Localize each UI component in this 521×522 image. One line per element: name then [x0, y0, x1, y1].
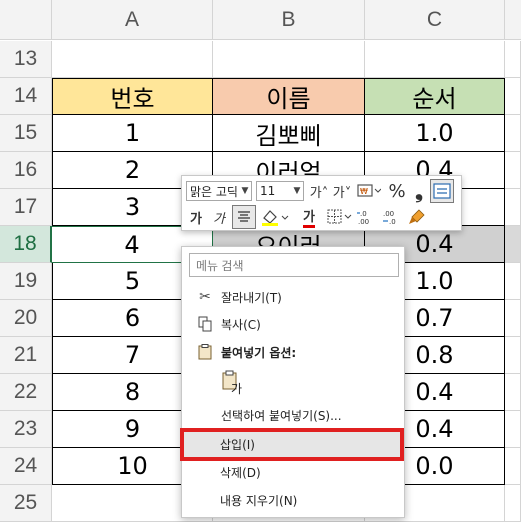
percent-style-button[interactable]: % [386, 180, 408, 202]
comma-style-button[interactable]: ❟ [411, 179, 427, 203]
cell[interactable]: 1 [52, 115, 213, 152]
menu-item-label: 잘라내기(T) [221, 290, 282, 305]
cell[interactable] [505, 411, 521, 448]
cell[interactable] [505, 152, 521, 189]
menu-item-paste-options: 붙여넣기 옵션: [182, 338, 404, 366]
table-row: 1 김뽀삐 1.0 [52, 115, 521, 152]
cell[interactable] [505, 448, 521, 485]
cell[interactable]: 1.0 [365, 115, 505, 152]
header-cell-order[interactable]: 순서 [365, 78, 505, 115]
menu-item-label: 복사(C) [221, 317, 261, 332]
decrease-decimal-icon[interactable]: .00.0 [381, 206, 403, 228]
menu-item-label: 삭제(D) [220, 465, 261, 480]
row-header-selected[interactable]: 18 [0, 226, 52, 263]
row-header[interactable]: 16 [0, 152, 52, 189]
format-painter-toggle-icon[interactable] [430, 179, 454, 203]
highlight-box [180, 428, 404, 461]
menu-search-input[interactable]: 메뉴 검색 [189, 253, 399, 277]
svg-text:가: 가 [231, 382, 242, 396]
grow-font-button[interactable]: 가˄ [309, 180, 329, 202]
cell[interactable] [505, 226, 521, 263]
row-header[interactable]: 25 [0, 485, 52, 522]
accounting-format-icon[interactable]: ₩ [355, 180, 383, 202]
italic-button[interactable]: 가 [209, 206, 229, 228]
cell[interactable] [365, 41, 505, 78]
chevron-down-icon: ▼ [241, 186, 249, 196]
svg-text:.0: .0 [360, 210, 367, 218]
borders-icon[interactable] [327, 206, 353, 228]
column-header-a[interactable]: A [52, 0, 213, 40]
table-row [52, 41, 521, 78]
cell[interactable] [505, 337, 521, 374]
menu-item-label: 내용 지우기(N) [220, 493, 298, 508]
row-header[interactable]: 17 [0, 189, 52, 226]
scissors-icon: ✂ [199, 289, 211, 305]
header-cell-name[interactable]: 이름 [213, 78, 365, 115]
svg-text:.0: .0 [389, 218, 396, 226]
cell[interactable] [505, 300, 521, 337]
font-size-combo[interactable]: 11 ▼ [256, 181, 304, 201]
cell[interactable]: 김뽀삐 [213, 115, 365, 152]
row-header[interactable]: 13 [0, 41, 52, 78]
clipboard-icon [193, 344, 217, 360]
svg-text:.00: .00 [358, 218, 369, 226]
cell[interactable] [505, 41, 521, 78]
row-header[interactable]: 20 [0, 300, 52, 337]
menu-item-label: 붙여넣기 옵션: [221, 345, 297, 360]
row-header[interactable]: 24 [0, 448, 52, 485]
shrink-font-button[interactable]: 가˅ [332, 180, 352, 202]
table-header-row: 번호 이름 순서 [52, 78, 521, 115]
cell[interactable] [52, 41, 213, 78]
cell[interactable] [505, 263, 521, 300]
row-header[interactable]: 19 [0, 263, 52, 300]
column-header-b[interactable]: B [213, 0, 365, 40]
copy-icon [193, 316, 217, 332]
row-header[interactable]: 21 [0, 337, 52, 374]
column-header-d[interactable] [505, 0, 521, 40]
menu-item-paste-special[interactable]: 선택하여 붙여넣기(S)... [182, 401, 404, 429]
align-center-icon[interactable] [232, 205, 256, 229]
paste-option-keep-format-icon[interactable]: 가 [220, 367, 246, 397]
cell[interactable] [213, 41, 365, 78]
menu-item-clear-contents[interactable]: 내용 지우기(N) [181, 486, 403, 514]
row-header[interactable]: 14 [0, 78, 52, 115]
row-header[interactable]: 22 [0, 374, 52, 411]
menu-item-cut[interactable]: ✂ 잘라내기(T) [182, 283, 404, 311]
font-name-combo[interactable]: 맑은 고딕 ▼ [186, 181, 252, 201]
font-size-value: 11 [260, 184, 276, 198]
cell[interactable] [505, 189, 521, 226]
font-color-button[interactable]: 가 [294, 206, 324, 228]
mini-format-toolbar: 맑은 고딕 ▼ 11 ▼ 가˄ 가˅ ₩ % ❟ 가 가 가 .0 .00 .0… [181, 175, 462, 231]
cell[interactable] [505, 115, 521, 152]
column-header-c[interactable]: C [365, 0, 505, 40]
bold-button[interactable]: 가 [186, 206, 206, 228]
increase-decimal-icon[interactable]: .0.00 [356, 206, 378, 228]
menu-item-copy[interactable]: 복사(C) [182, 310, 404, 338]
row-header[interactable]: 23 [0, 411, 52, 448]
svg-text:.00: .00 [383, 210, 394, 218]
cell[interactable] [505, 78, 521, 115]
header-cell-number[interactable]: 번호 [52, 78, 213, 115]
select-all-corner[interactable] [0, 0, 52, 40]
format-painter-icon[interactable] [406, 206, 428, 228]
row-header[interactable]: 15 [0, 115, 52, 152]
menu-item-label: 선택하여 붙여넣기(S)... [221, 408, 342, 423]
menu-item-delete[interactable]: 삭제(D) [181, 458, 403, 486]
fill-color-icon[interactable] [259, 206, 291, 228]
font-color-label: 가 [303, 206, 315, 228]
chevron-down-icon: ▼ [293, 186, 301, 196]
cell[interactable] [505, 485, 521, 522]
cell[interactable] [505, 374, 521, 411]
svg-text:₩: ₩ [360, 187, 368, 196]
font-name-value: 맑은 고딕 [190, 184, 238, 199]
